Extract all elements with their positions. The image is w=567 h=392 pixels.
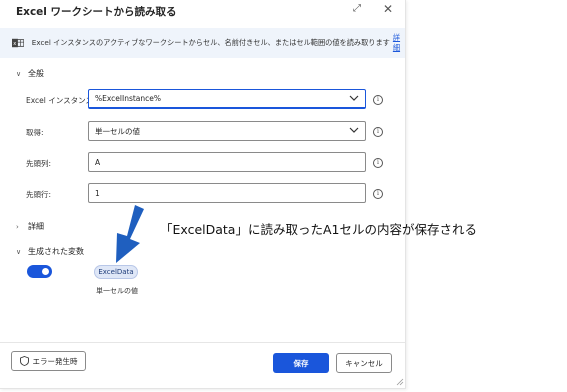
section-general[interactable]: ∨ 全般 [16,68,44,79]
chevron-down-icon: ∨ [16,69,22,78]
shield-icon [19,356,29,366]
excel-instance-label: Excel インスタンス: [26,96,96,105]
start-column-value: A [95,157,101,167]
section-generated-variables-label: 生成された変数 [28,247,84,256]
start-row-input[interactable]: 1 [88,183,366,203]
on-error-label: エラー発生時 [32,356,78,366]
retrieve-label: 取得: [26,128,44,137]
svg-text:x: x [13,41,16,47]
info-icon[interactable]: i [373,95,383,105]
start-row-label: 先頭行: [26,190,52,199]
section-general-label: 全般 [28,69,44,78]
info-icon[interactable]: i [373,158,383,168]
section-details[interactable]: › 詳細 [16,221,44,232]
start-column-input[interactable]: A [88,152,366,172]
variable-description: 単一セルの値 [96,287,138,295]
retrieve-dropdown[interactable]: 単一セルの値 [88,121,366,141]
start-column-label: 先頭列: [26,159,52,168]
annotation-text: 「ExcelData」に読み取ったA1セルの内容が保存される [160,222,477,237]
save-button[interactable]: 保存 [273,353,329,373]
chevron-down-icon [349,95,359,101]
info-icon[interactable]: i [373,127,383,137]
chevron-right-icon: › [16,222,19,231]
dialog-title: Excel ワークシートから読み取る [16,6,177,18]
chevron-down-icon: ∨ [16,247,22,256]
close-icon[interactable]: ✕ [383,2,393,16]
variable-toggle[interactable] [27,265,52,278]
expand-icon[interactable]: ⤢ [353,3,361,14]
description-text: Excel インスタンスのアクティブなワークシートからセル、名前付きセル、または… [31,38,390,47]
start-row-value: 1 [95,188,100,198]
read-excel-dialog: Excel ワークシートから読み取る ⤢ ✕ x Excel インスタンスのアク… [0,0,406,389]
variable-chip[interactable]: ExcelData [94,265,138,279]
retrieve-value: 単一セルの値 [95,126,140,136]
chevron-down-icon [349,127,359,133]
info-icon[interactable]: i [373,189,383,199]
description-banner: x Excel インスタンスのアクティブなワークシートからセル、名前付きセル、ま… [0,28,405,58]
section-generated-variables[interactable]: ∨ 生成された変数 [16,246,84,257]
cancel-button[interactable]: キャンセル [336,353,392,373]
footer-divider [0,342,405,343]
excel-instance-value: %ExcelInstance% [95,94,162,103]
annotation-arrow-icon [116,205,144,263]
on-error-button[interactable]: エラー発生時 [11,351,86,371]
excel-icon: x [12,38,24,48]
details-link[interactable]: 詳細 [393,33,405,53]
resize-grip-icon[interactable] [396,378,404,386]
section-details-label: 詳細 [28,222,44,231]
excel-instance-dropdown[interactable]: %ExcelInstance% [88,89,366,109]
toggle-knob [42,268,49,275]
